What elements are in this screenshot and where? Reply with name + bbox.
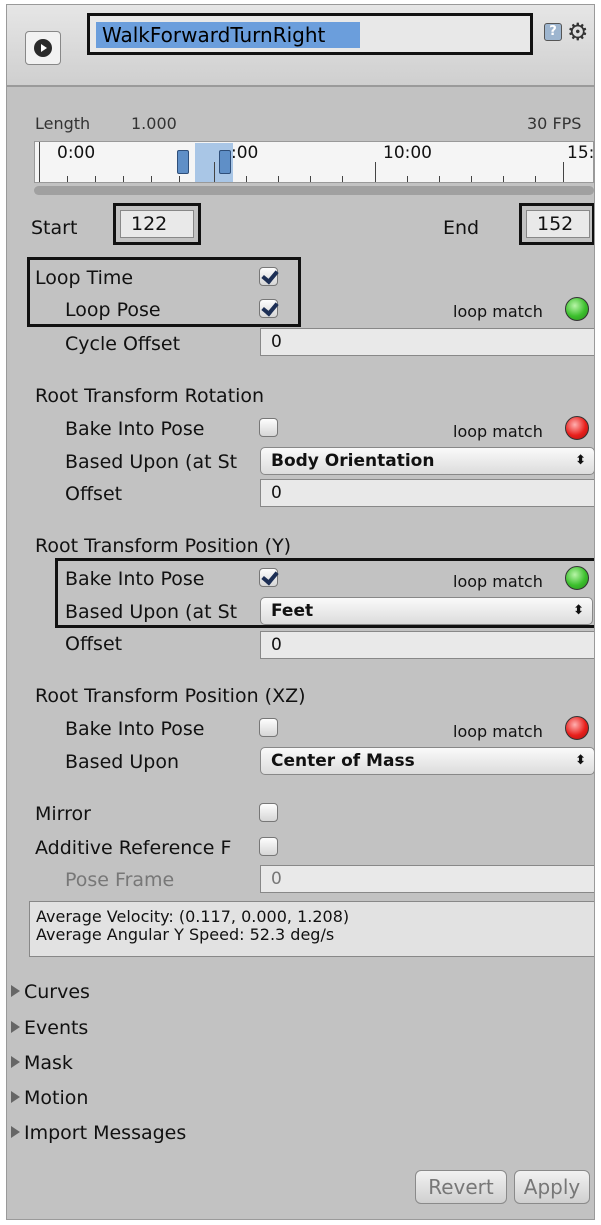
tick-label-1: :00 — [231, 143, 259, 163]
cycle-offset-label: Cycle Offset — [65, 333, 181, 355]
root-pos-y-bake-checkbox[interactable] — [259, 568, 278, 587]
mirror-label: Mirror — [35, 803, 91, 825]
root-rotation-offset-input[interactable]: 0 — [260, 479, 594, 507]
clip-inspector-panel: WalkForwardTurnRight ? ⚙ Length 1.000 30… — [6, 4, 595, 1220]
length-value: 1.000 — [131, 114, 177, 133]
angular-speed-text: Average Angular Y Speed: 52.3 deg/s — [36, 925, 335, 944]
root-rotation-loop-match-icon — [565, 416, 589, 440]
loop-time-checkbox[interactable] — [259, 267, 278, 286]
length-label: Length — [35, 114, 91, 133]
pose-frame-input: 0 — [260, 865, 594, 893]
foldout-motion-label: Motion — [24, 1087, 89, 1109]
root-rotation-based-value: Body Orientation — [271, 451, 435, 471]
root-pos-y-based-label: Based Upon (at St — [65, 601, 238, 623]
root-pos-y-bake-label: Bake Into Pose — [65, 568, 205, 590]
root-rotation-loop-match-label: loop match — [453, 422, 543, 441]
root-pos-xz-based-label: Based Upon — [65, 751, 179, 773]
pose-frame-label: Pose Frame — [65, 869, 175, 891]
foldout-arrow-icon — [11, 1126, 20, 1138]
root-pos-y-based-select[interactable]: Feet ⬍ — [260, 597, 593, 625]
timeline-scrollbar[interactable] — [34, 186, 594, 195]
root-pos-y-title: Root Transform Position (Y) — [35, 535, 292, 557]
root-rotation-bake-label: Bake Into Pose — [65, 418, 205, 440]
tick-label-3: 15:00 — [567, 144, 595, 162]
root-pos-xz-bake-checkbox[interactable] — [259, 718, 278, 737]
foldout-mask-label: Mask — [24, 1052, 73, 1074]
root-rotation-offset-label: Offset — [65, 483, 123, 505]
gear-icon[interactable]: ⚙ — [567, 18, 589, 46]
foldout-import-messages[interactable]: Import Messages — [11, 1122, 186, 1144]
timeline-ruler[interactable]: 0:00 :00 10:00 15:00 — [34, 141, 594, 183]
loop-match-indicator-icon — [565, 297, 589, 321]
additive-reference-checkbox[interactable] — [259, 837, 278, 856]
root-pos-xz-bake-label: Bake Into Pose — [65, 718, 205, 740]
clip-name-text[interactable]: WalkForwardTurnRight — [96, 22, 360, 48]
loop-pose-label: Loop Pose — [65, 299, 161, 321]
start-label: Start — [31, 217, 78, 239]
root-pos-xz-based-select[interactable]: Center of Mass ⬍ — [260, 747, 594, 775]
root-pos-xz-loop-match-label: loop match — [453, 722, 543, 741]
root-pos-xz-loop-match-icon — [565, 716, 589, 740]
start-thumb-handle[interactable] — [177, 150, 189, 174]
foldout-arrow-icon — [11, 1091, 20, 1103]
fps-label: 30 FPS — [527, 114, 582, 133]
select-arrows-icon: ⬍ — [575, 753, 586, 768]
root-pos-y-offset-label: Offset — [65, 633, 123, 655]
velocity-info-box: Average Velocity: (0.117, 0.000, 1.208) … — [29, 901, 594, 957]
root-pos-y-based-value: Feet — [271, 601, 314, 621]
select-arrows-icon: ⬍ — [573, 603, 584, 618]
cycle-offset-input[interactable]: 0 — [260, 328, 594, 356]
end-input[interactable]: 152 — [526, 210, 590, 238]
root-pos-y-loop-match-label: loop match — [453, 572, 543, 591]
foldout-events[interactable]: Events — [11, 1017, 88, 1039]
foldout-arrow-icon — [11, 1056, 20, 1068]
foldout-arrow-icon — [11, 1021, 20, 1033]
help-book-icon[interactable]: ? — [544, 23, 562, 41]
end-thumb-handle[interactable] — [219, 150, 231, 174]
tick-label-0: 0:00 — [57, 143, 96, 163]
root-rotation-bake-checkbox[interactable] — [259, 418, 278, 437]
foldout-arrow-icon — [11, 985, 20, 997]
apply-button[interactable]: Apply — [514, 1170, 590, 1204]
foldout-motion[interactable]: Motion — [11, 1087, 88, 1109]
root-rotation-title: Root Transform Rotation — [35, 385, 265, 407]
foldout-mask[interactable]: Mask — [11, 1052, 73, 1074]
foldout-curves-label: Curves — [24, 981, 90, 1003]
play-button[interactable] — [25, 31, 61, 65]
foldout-import-messages-label: Import Messages — [24, 1122, 187, 1144]
loop-pose-checkbox[interactable] — [259, 299, 278, 318]
loop-time-label: Loop Time — [35, 267, 134, 289]
end-label: End — [443, 217, 480, 239]
revert-button[interactable]: Revert — [415, 1170, 507, 1204]
foldout-events-label: Events — [24, 1017, 89, 1039]
root-pos-y-loop-match-icon — [565, 566, 589, 590]
root-pos-y-offset-input[interactable]: 0 — [260, 631, 594, 659]
additive-reference-label: Additive Reference F — [35, 837, 232, 859]
select-arrows-icon: ⬍ — [575, 453, 586, 468]
clip-name-field[interactable]: WalkForwardTurnRight — [87, 13, 533, 55]
root-rotation-based-select[interactable]: Body Orientation ⬍ — [260, 447, 594, 475]
root-pos-xz-title: Root Transform Position (XZ) — [35, 685, 306, 707]
start-input[interactable]: 122 — [120, 210, 194, 238]
loop-match-label: loop match — [453, 302, 543, 321]
tick-label-2: 10:00 — [383, 143, 432, 163]
foldout-curves[interactable]: Curves — [11, 981, 90, 1003]
root-rotation-based-label: Based Upon (at St — [65, 451, 238, 473]
mirror-checkbox[interactable] — [259, 803, 278, 822]
clip-header: WalkForwardTurnRight ? ⚙ — [7, 5, 594, 87]
root-pos-xz-based-value: Center of Mass — [271, 751, 415, 771]
average-velocity-text: Average Velocity: (0.117, 0.000, 1.208) — [36, 907, 350, 926]
